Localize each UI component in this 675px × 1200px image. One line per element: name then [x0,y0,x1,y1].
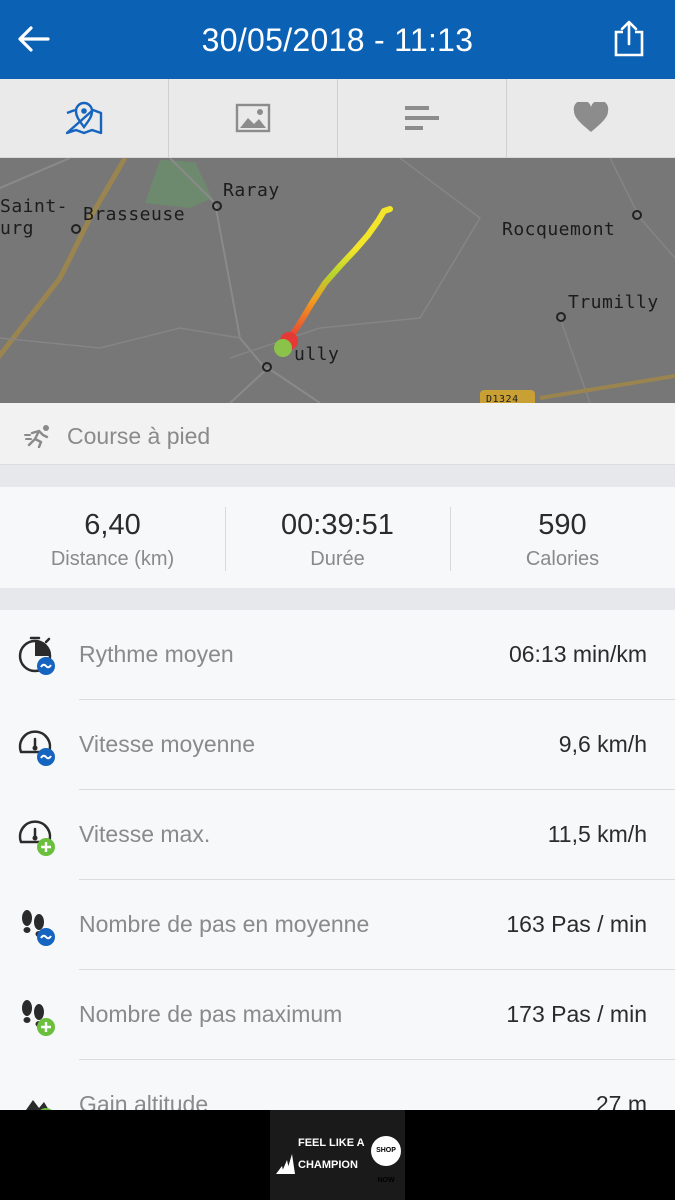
map-label: Trumilly [568,292,659,313]
metric-row: Gain altitude 27 m [26,1060,675,1110]
heart-icon [573,102,609,132]
stat-distance: 6,40 Distance (km) [0,487,225,588]
app-header: 30/05/2018 - 11:13 [0,0,675,79]
activity-type-label: Course à pied [67,423,211,449]
metrics-list: Rythme moyen 06:13 min/km Vitesse moyenn… [0,610,675,1110]
stat-calories: 590 Calories [450,487,675,588]
stat-value: 590 [538,509,587,541]
metric-label: Gain altitude [79,1091,209,1110]
steps-average-icon [22,910,55,946]
stat-label: Calories [525,548,600,570]
map-label: Raray [223,180,280,201]
metric-row: Rythme moyen 06:13 min/km [18,610,675,700]
metric-label: Nombre de pas maximum [79,1001,343,1027]
metric-row: Vitesse max. 11,5 km/h [18,790,675,880]
ad-line-1: FEEL LIKE A [298,1137,365,1149]
ad-line-2: CHAMPION [298,1159,358,1171]
metric-value: 06:13 min/km [508,641,647,667]
tab-photos[interactable] [169,79,338,157]
metric-row: Nombre de pas en moyenne 163 Pas / min [22,880,675,970]
shop-now-button[interactable]: SHOP NOW [371,1136,401,1184]
stat-value: 6,40 [84,509,141,541]
section-divider [0,465,675,487]
map-label: urg [0,218,35,239]
metric-label: Nombre de pas en moyenne [79,911,370,937]
adidas-logo-icon [276,1154,295,1174]
activity-type-bar[interactable]: Course à pied [0,403,675,465]
tab-favorite[interactable] [507,79,675,157]
map-pin-icon [65,101,103,135]
map-road-label: D1324 [486,394,519,403]
metric-label: Vitesse max. [79,821,211,847]
summary-stats: 6,40 Distance (km) 00:39:51 Durée 590 Ca… [0,487,675,588]
tab-bar [0,79,675,158]
stat-label: Distance (km) [50,548,175,570]
running-icon [24,425,49,448]
metric-value: 163 Pas / min [506,911,647,937]
metric-row: Vitesse moyenne 9,6 km/h [18,700,675,790]
image-icon [235,103,271,133]
speed-max-icon [18,820,55,856]
pace-average-icon [18,636,55,675]
map-label: Saint- [0,196,69,217]
metric-row: Nombre de pas maximum 173 Pas / min [22,970,675,1060]
steps-max-icon [22,1000,55,1036]
metric-value: 173 Pas / min [506,1001,647,1027]
metric-label: Rythme moyen [79,641,234,667]
page-title: 30/05/2018 - 11:13 [201,22,474,58]
metric-value: 11,5 km/h [547,821,647,847]
metric-label: Vitesse moyenne [79,731,256,757]
map-label: ully [294,344,340,365]
stat-label: Durée [310,548,365,570]
route-map[interactable]: Saint- urg Brasseuse Raray Rocquemont Tr… [0,158,675,403]
map-label: Brasseuse [83,204,186,225]
tab-map[interactable] [0,79,169,157]
altitude-gain-icon [26,1100,52,1110]
map-label: Rocquemont [502,219,616,240]
metric-value: 9,6 km/h [558,731,647,757]
stat-duration: 00:39:51 Durée [225,487,450,588]
ad-image[interactable]: FEEL LIKE A CHAMPION SHOP NOW [270,1110,405,1200]
metric-value: 27 m [595,1091,647,1110]
stat-value: 00:39:51 [281,509,394,541]
ad-banner[interactable]: FEEL LIKE A CHAMPION SHOP NOW [0,1110,675,1200]
bar-list-icon [405,106,439,130]
tab-stats[interactable] [338,79,507,157]
speed-average-icon [18,730,55,766]
share-icon[interactable] [613,19,645,57]
ad-text: FEEL LIKE A CHAMPION [298,1132,365,1176]
section-divider [0,588,675,610]
map-background [0,158,675,403]
